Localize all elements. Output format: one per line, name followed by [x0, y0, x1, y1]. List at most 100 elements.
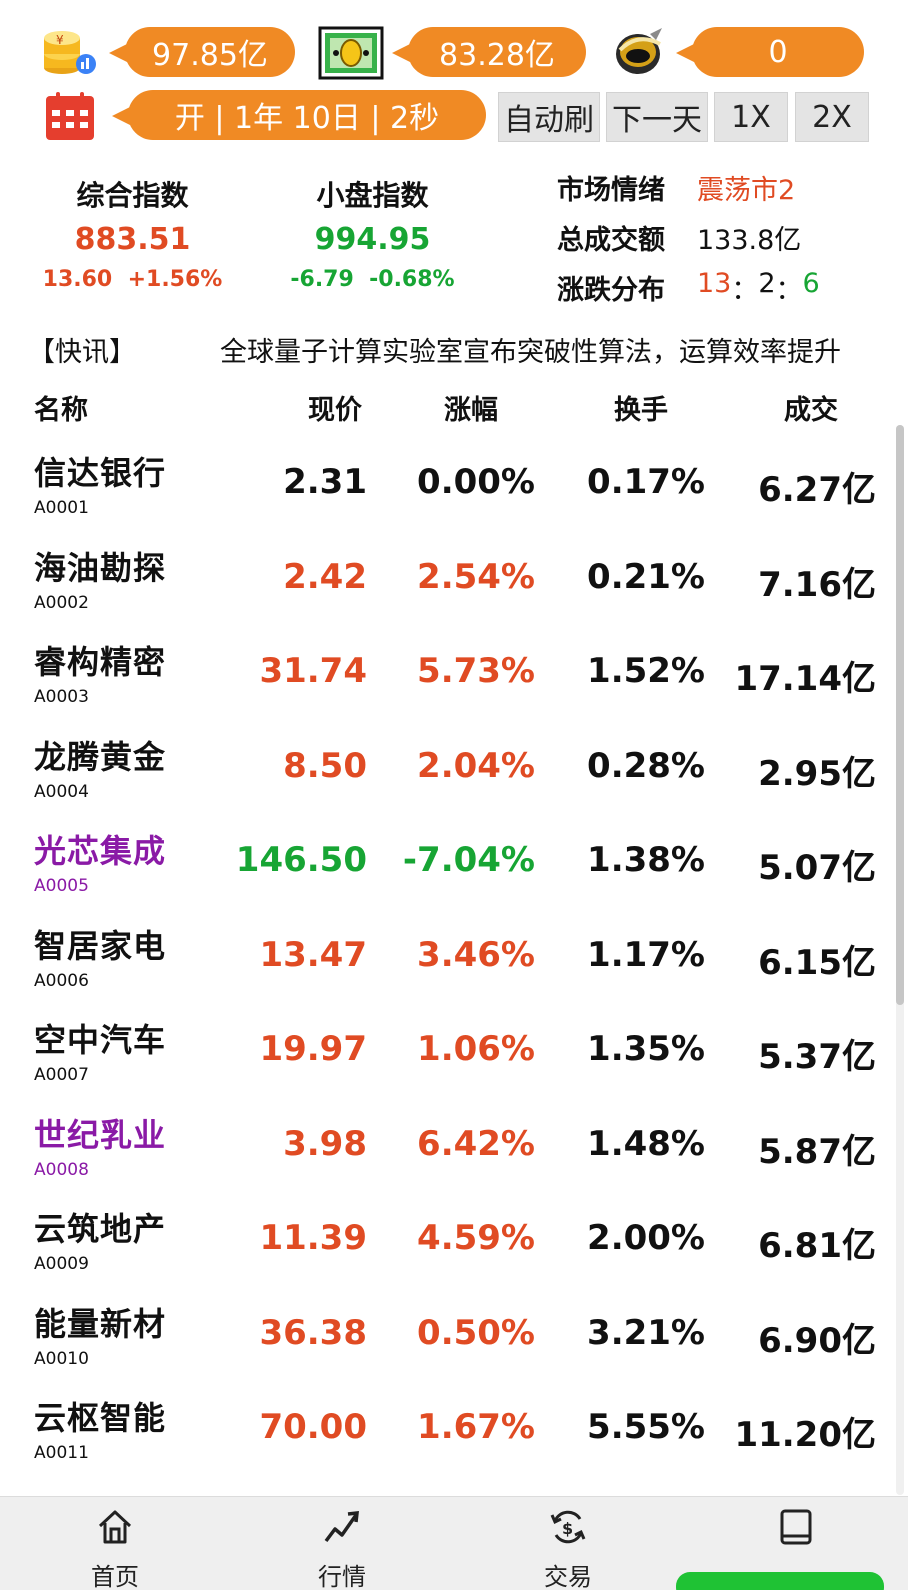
stock-row[interactable]: 信达银行 A0001 2.31 0.00% 0.17% 6.27亿 — [0, 432, 890, 527]
stock-change: 0.00% — [417, 462, 535, 502]
total-turnover: 总成交额 133.8亿 — [557, 218, 801, 257]
col-header-turnover[interactable]: 换手 — [614, 388, 668, 427]
stock-name: 云枢智能 — [34, 1399, 167, 1437]
total-turnover-label: 总成交额 — [557, 225, 665, 256]
stock-change: 1.06% — [417, 1029, 535, 1069]
col-header-price[interactable]: 现价 — [308, 388, 362, 427]
stock-change: 6.42% — [417, 1123, 535, 1164]
stock-volume: 7.16亿 — [758, 564, 876, 605]
decline-count: 6 — [802, 268, 820, 299]
nav-trade[interactable]: $ 交易 — [498, 1497, 638, 1590]
stock-turnover: 1.35% — [587, 1029, 705, 1069]
stock-price: 8.50 — [283, 745, 367, 786]
stock-row[interactable]: 云枢智能 A0011 70.00 1.67% 5.55% 11.20亿 — [0, 1377, 890, 1472]
stock-turnover: 1.48% — [587, 1123, 705, 1164]
market-sentiment-value: 震荡市2 — [697, 175, 796, 206]
stock-change: 0.50% — [417, 1312, 535, 1353]
nav-home[interactable]: 首页 — [45, 1497, 185, 1590]
stock-row[interactable]: 云筑地产 A0009 11.39 4.59% 2.00% 6.81亿 — [0, 1188, 890, 1283]
next-day-button[interactable]: 下一天 — [606, 92, 708, 142]
stock-volume: 6.81亿 — [758, 1226, 876, 1266]
stock-price: 146.50 — [235, 840, 367, 880]
advance-decline-label: 涨跌分布 — [557, 275, 665, 306]
stock-change: 3.46% — [417, 934, 535, 975]
col-header-change[interactable]: 涨幅 — [444, 388, 498, 427]
calendar-icon — [44, 90, 104, 146]
stock-row[interactable]: 光芯集成 A0005 146.50 -7.04% 1.38% 5.07亿 — [0, 810, 890, 905]
bill-balance: 83.28亿 — [392, 27, 586, 77]
nav-market-label: 行情 — [318, 1563, 366, 1590]
stock-row[interactable]: 空中汽车 A0007 19.97 1.06% 1.35% 5.37亿 — [0, 999, 890, 1094]
stock-volume: 6.27亿 — [758, 470, 876, 510]
stock-change: 2.54% — [417, 556, 535, 597]
stock-price: 3.98 — [283, 1123, 367, 1164]
stock-volume: 5.87亿 — [758, 1131, 876, 1172]
news-ticker[interactable]: 【快讯】 全球量子计算实验室宣布突破性算法，运算效率提升 — [0, 330, 908, 370]
stock-name: 能量新材 — [34, 1304, 167, 1343]
stock-row[interactable]: 能量新材 A0010 36.38 0.50% 3.21% 6.90亿 — [0, 1283, 890, 1378]
stock-volume: 6.90亿 — [758, 1320, 876, 1361]
stock-change: 4.59% — [417, 1218, 535, 1258]
stock-row[interactable]: 智居家电 A0006 13.47 3.46% 1.17% 6.15亿 — [0, 905, 890, 1000]
currency-exchange-icon: $ — [550, 1510, 586, 1544]
stock-turnover: 1.38% — [587, 840, 705, 880]
scrollbar-thumb[interactable] — [896, 425, 904, 1005]
nav-home-label: 首页 — [91, 1563, 139, 1590]
stock-code: A0006 — [34, 970, 89, 991]
stock-row[interactable]: 睿构精密 A0003 31.74 5.73% 1.52% 17.14亿 — [0, 621, 890, 716]
stock-volume: 17.14亿 — [734, 659, 876, 699]
game-time-display: 开 | 1年 10日 | 2秒 — [112, 90, 486, 140]
market-sentiment-label: 市场情绪 — [557, 175, 665, 206]
stock-name: 智居家电 — [34, 926, 167, 965]
speed-2x-button[interactable]: 2X — [795, 92, 869, 142]
stock-price: 2.42 — [283, 556, 367, 597]
col-header-volume[interactable]: 成交 — [784, 388, 838, 427]
stock-code: A0005 — [34, 876, 89, 896]
col-header-name[interactable]: 名称 — [34, 388, 88, 427]
stock-list-scrollbar[interactable] — [896, 425, 904, 1495]
small-cap-index-change: -6.79 -0.68% — [280, 267, 465, 292]
flat-count: 2 — [758, 268, 776, 299]
stock-price: 19.97 — [259, 1029, 367, 1069]
stock-code: A0001 — [34, 498, 89, 518]
composite-index-value: 883.51 — [74, 222, 191, 257]
news-tag: 【快讯】 — [28, 337, 136, 368]
stock-price: 31.74 — [259, 651, 367, 691]
nav-market[interactable]: 行情 — [272, 1497, 412, 1590]
stock-code: A0011 — [34, 1443, 89, 1463]
stock-price: 13.47 — [259, 934, 367, 975]
composite-index-change: 13.60 +1.56% — [40, 267, 225, 292]
stock-name: 世纪乳业 — [34, 1115, 167, 1154]
stock-price: 2.31 — [283, 462, 367, 502]
stock-row[interactable]: 海油勘探 A0002 2.42 2.54% 0.21% 7.16亿 — [0, 527, 890, 622]
stock-volume: 11.20亿 — [734, 1415, 876, 1455]
stock-change: 1.67% — [417, 1407, 535, 1447]
gold-balance: 0 — [676, 27, 864, 77]
composite-index-change-abs: 13.60 — [42, 267, 113, 292]
coin-stack-icon: ¥ — [40, 24, 100, 80]
stock-volume: 5.07亿 — [758, 848, 876, 888]
stock-row[interactable]: 龙腾黄金 A0004 8.50 2.04% 0.28% 2.95亿 — [0, 716, 890, 811]
stock-row[interactable]: 世纪乳业 A0008 3.98 6.42% 1.48% 5.87亿 — [0, 1094, 890, 1189]
home-icon — [98, 1510, 132, 1544]
composite-index[interactable]: 综合指数 883.51 13.60 +1.56% — [40, 174, 225, 292]
stock-code: A0007 — [34, 1065, 89, 1085]
advance-count: 13 — [697, 268, 732, 299]
stock-name: 龙腾黄金 — [34, 737, 167, 776]
stock-name: 海油勘探 — [34, 548, 167, 587]
svg-text:¥: ¥ — [56, 33, 64, 47]
stock-turnover: 3.21% — [587, 1312, 705, 1353]
stock-turnover: 0.17% — [587, 462, 705, 502]
stock-code: A0003 — [34, 687, 89, 707]
stock-turnover: 0.21% — [587, 556, 705, 597]
stock-table-header: 名称 现价 涨幅 换手 成交 — [0, 388, 908, 428]
stock-change: -7.04% — [402, 840, 535, 880]
stock-price: 70.00 — [259, 1407, 367, 1447]
speed-1x-button[interactable]: 1X — [714, 92, 788, 142]
stock-price: 11.39 — [259, 1218, 367, 1258]
stock-name: 云筑地产 — [34, 1210, 167, 1248]
auto-refresh-button[interactable]: 自动刷 — [498, 92, 600, 142]
small-cap-index[interactable]: 小盘指数 994.95 -6.79 -0.68% — [280, 174, 465, 292]
banknote-icon — [318, 26, 384, 82]
stock-name: 睿构精密 — [34, 643, 167, 681]
